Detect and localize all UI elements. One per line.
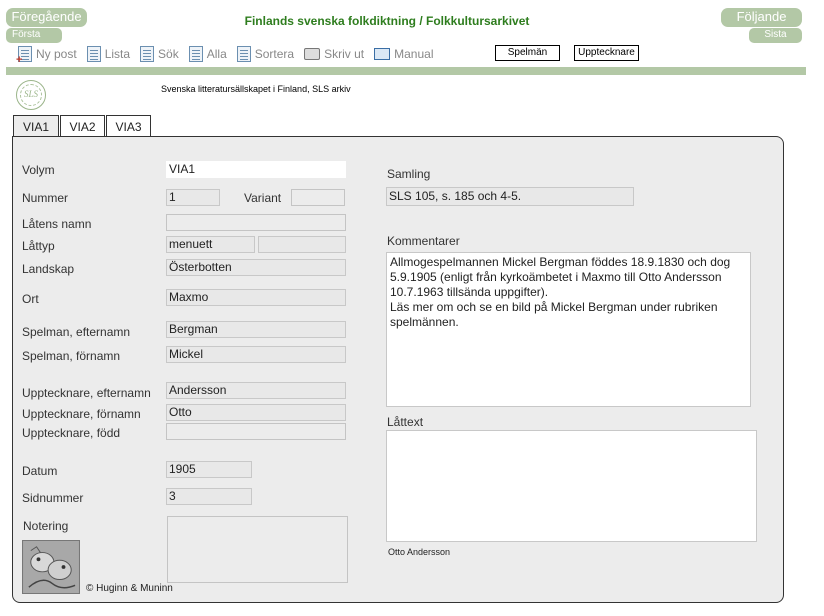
lattyp-field[interactable]: menuett [166,236,255,253]
sort-button[interactable]: Sortera [236,46,295,62]
kommentarer-field[interactable]: Allmogespelmannen Mickel Bergman föddes … [386,252,751,407]
tab-via2[interactable]: VIA2 [60,115,105,138]
last-button[interactable]: Sista [749,28,802,43]
search-button[interactable]: Sök [140,46,179,62]
sort-icon [236,46,251,62]
ort-field[interactable]: Maxmo [166,289,346,306]
latens-namn-label: Låtens namn [22,217,92,231]
upptecknare-button[interactable]: Upptecknare [574,45,639,61]
datum-field[interactable]: 1905 [166,461,252,478]
ort-label: Ort [22,292,39,306]
printer-icon [304,48,321,60]
latens-namn-field[interactable] [166,214,346,231]
samling-field[interactable]: SLS 105, s. 185 och 4-5. [386,187,634,206]
raven-illustration-icon [23,541,79,593]
lattext-label: Låttext [387,415,424,429]
upptecknare-fodd-field[interactable] [166,423,346,440]
header-divider [6,67,806,75]
spelman-button[interactable]: Spelmän [495,45,560,61]
tab-via3[interactable]: VIA3 [106,115,151,138]
spelman-efternamn-field[interactable]: Bergman [166,321,346,338]
all-button[interactable]: Alla [188,46,227,62]
nummer-field[interactable]: 1 [166,189,220,206]
raven-logo-image [22,540,80,594]
spelman-efternamn-label: Spelman, efternamn [22,325,131,339]
search-label: Sök [158,47,179,61]
spelman-fornamn-label: Spelman, förnamn [22,349,121,363]
new-post-button[interactable]: Ny post [16,46,77,66]
all-label: Alla [206,47,227,61]
variant-label: Variant [244,191,282,205]
lattyp-label: Låttyp [22,239,55,253]
sidnummer-field[interactable]: 3 [166,488,252,505]
volym-field[interactable]: VIA1 [166,161,346,178]
upptecknare-efternamn-field[interactable]: Andersson [166,382,346,399]
list-button[interactable]: Lista [86,46,131,62]
all-icon [188,46,203,62]
tab-via1[interactable]: VIA1 [13,115,59,138]
notering-label: Notering [23,519,69,533]
kommentarer-label: Kommentarer [387,234,460,248]
manual-button[interactable]: Manual [374,47,433,61]
lattext-field[interactable] [386,430,757,542]
archive-subtitle: Svenska litteratursällskapet i Finland, … [161,84,351,94]
datum-label: Datum [22,464,58,478]
search-doc-icon [140,46,155,62]
new-post-label: Ny post [36,47,77,61]
variant-field[interactable] [291,189,345,206]
sidnummer-label: Sidnummer [22,491,84,505]
toolbar: Ny post Lista Sök Alla Sortera Skriv ut … [16,44,443,66]
volym-label: Volym [22,163,55,177]
sort-label: Sortera [254,47,295,61]
new-post-icon [16,46,32,66]
print-button[interactable]: Skriv ut [304,47,364,61]
nummer-label: Nummer [22,191,69,205]
manual-label: Manual [394,47,434,61]
list-icon [86,46,101,62]
spelman-fornamn-field[interactable]: Mickel [166,346,346,363]
book-icon [374,48,391,60]
notering-field[interactable] [167,516,348,583]
list-label: Lista [104,47,131,61]
upptecknare-efternamn-label: Upptecknare, efternamn [22,386,151,400]
lattext-caption: Otto Andersson [388,547,451,557]
app-title: Finlands svenska folkdiktning / Folkkult… [244,14,530,28]
print-label: Skriv ut [324,47,365,61]
landskap-label: Landskap [22,262,75,276]
sls-logo-text: SLS [23,89,38,99]
upptecknare-fodd-label: Upptecknare, född [22,426,121,440]
landskap-field[interactable]: Österbotten [166,259,346,276]
lattyp-field-2[interactable] [258,236,346,253]
upptecknare-fornamn-label: Upptecknare, förnamn [22,407,141,421]
first-button[interactable]: Första [6,28,62,43]
sls-logo: SLS [16,80,46,110]
copyright-text: © Huginn & Muninn [86,583,173,594]
upptecknare-fornamn-field[interactable]: Otto [166,404,346,421]
samling-label: Samling [387,167,431,181]
